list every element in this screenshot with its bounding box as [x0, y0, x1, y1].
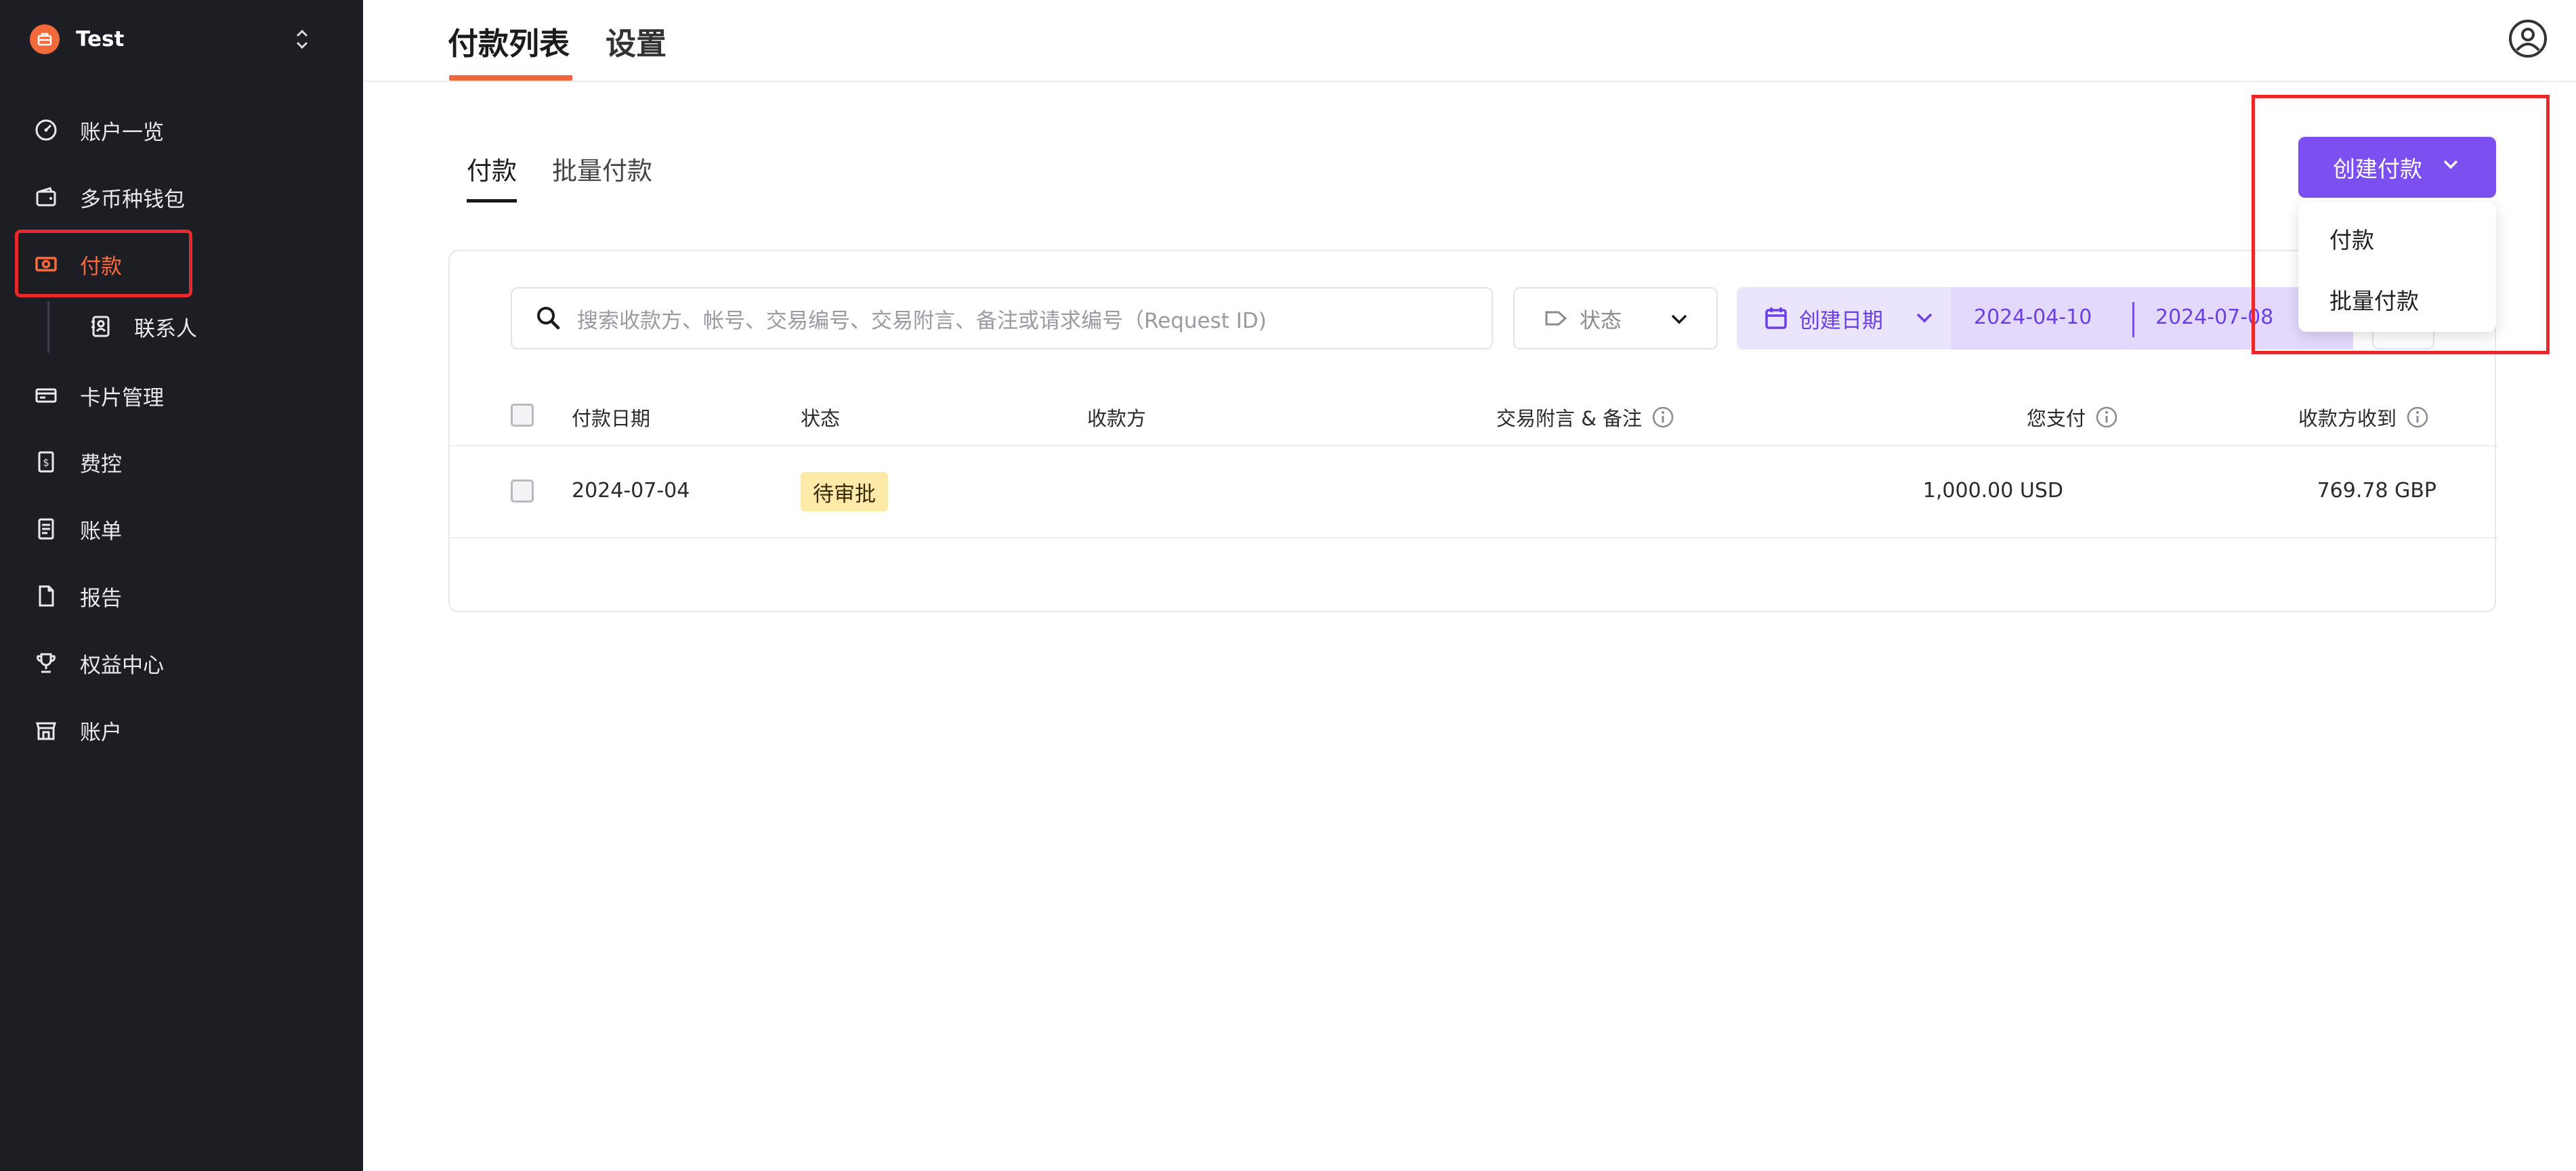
- column-header-label: 收款方: [1087, 407, 1147, 430]
- date-separator: [2132, 302, 2134, 337]
- tab-payment-list[interactable]: 付款列表: [448, 19, 570, 63]
- search-input[interactable]: 搜索收款方、帐号、交易编号、交易附言、备注或请求编号（Request ID): [511, 287, 1493, 349]
- date-from-input[interactable]: 2024-04-10: [1974, 305, 2092, 329]
- workspace-logo-icon: [30, 24, 60, 54]
- workspace-switcher[interactable]: Test: [30, 23, 328, 56]
- sidebar-item-label: 账户一览: [80, 120, 164, 145]
- sidebar-item-benefits[interactable]: 权益中心: [30, 643, 328, 683]
- store-icon: [30, 714, 62, 746]
- dashboard-icon: [30, 114, 62, 146]
- sidebar-item-label: 账单: [80, 519, 122, 544]
- sidebar-item-label: 报告: [80, 586, 122, 611]
- column-header-label: 收款方收到: [2298, 407, 2397, 430]
- sidebar-item-wallet[interactable]: 多币种钱包: [30, 177, 328, 217]
- sidebar-item-label: 费控: [80, 452, 122, 477]
- bill-icon: [30, 513, 62, 545]
- column-header[interactable]: 状态: [801, 403, 840, 431]
- tab-settings[interactable]: 设置: [606, 19, 667, 63]
- sidebar: Test 账户一览 多币种钱包 付款 联系人 卡片管理 $ 费控 账单 报告 权…: [0, 0, 363, 1171]
- search-placeholder: 搜索收款方、帐号、交易编号、交易附言、备注或请求编号（Request ID): [577, 308, 1267, 333]
- column-header-label: 交易附言 & 备注: [1496, 407, 1643, 430]
- workspace-name: Test: [76, 27, 125, 51]
- table-row[interactable]: 2024-07-04 待审批 1,000.00 USD 769.78 GBP: [450, 446, 2497, 538]
- payment-icon: [30, 248, 62, 280]
- user-profile-icon[interactable]: [2507, 18, 2549, 60]
- sidebar-item-payments[interactable]: 付款: [30, 244, 328, 284]
- chevron-updown-icon[interactable]: [289, 26, 316, 53]
- sidebar-item-cards[interactable]: 卡片管理: [30, 375, 328, 416]
- wallet-icon: [30, 181, 62, 213]
- svg-text:$: $: [43, 456, 49, 469]
- column-header-label: 付款日期: [572, 407, 651, 430]
- sidebar-item-label: 权益中心: [80, 653, 164, 678]
- payment-date: 2024-07-04: [572, 479, 690, 503]
- info-icon[interactable]: [2095, 406, 2118, 429]
- sidebar-item-label: 卡片管理: [80, 385, 164, 410]
- select-all-checkbox[interactable]: [511, 404, 534, 427]
- highlight-box: [2252, 95, 2550, 354]
- chevron-down-icon[interactable]: [1913, 306, 1936, 332]
- sidebar-item-reports[interactable]: 报告: [30, 576, 328, 616]
- report-icon: [30, 580, 62, 612]
- card-icon: [30, 379, 62, 412]
- status-filter-select[interactable]: 状态: [1513, 287, 1718, 349]
- subtab-underline: [467, 199, 517, 203]
- info-icon[interactable]: [1651, 406, 1674, 429]
- you-pay-amount: 1,000.00 USD: [1922, 479, 2063, 503]
- active-tab-underline: [449, 75, 572, 81]
- sidebar-item-label: 账户: [80, 720, 122, 745]
- sidebar-item-label: 付款: [80, 254, 122, 279]
- expense-icon: $: [30, 446, 62, 478]
- column-header-label: 您支付: [2027, 407, 2086, 430]
- status-filter-label: 状态: [1580, 308, 1622, 333]
- submenu-divider: [47, 301, 49, 353]
- column-header[interactable]: 收款方收到: [2298, 403, 2429, 431]
- row-checkbox[interactable]: [511, 480, 534, 503]
- sidebar-item-overview[interactable]: 账户一览: [30, 110, 328, 150]
- top-header: 付款列表 设置: [363, 0, 2576, 82]
- contacts-icon: [84, 310, 117, 343]
- payee-receives-amount: 769.78 GBP: [2317, 479, 2436, 503]
- column-header[interactable]: 您支付: [2027, 403, 2118, 431]
- payments-card: 搜索收款方、帐号、交易编号、交易附言、备注或请求编号（Request ID) 状…: [448, 250, 2497, 612]
- sidebar-item-label: 联系人: [134, 316, 197, 341]
- calendar-icon: [1761, 303, 1791, 333]
- trophy-icon: [30, 647, 62, 679]
- tag-icon: [1543, 305, 1569, 331]
- subtab-payments[interactable]: 付款: [467, 150, 517, 187]
- sidebar-item-contacts[interactable]: 联系人: [84, 306, 382, 347]
- table-header: 付款日期 状态 收款方 交易附言 & 备注 您支付 收款方收到: [450, 384, 2497, 446]
- sidebar-item-bills[interactable]: 账单: [30, 509, 328, 549]
- info-icon[interactable]: [2406, 406, 2429, 429]
- sidebar-item-account[interactable]: 账户: [30, 710, 328, 750]
- status-badge: 待审批: [801, 472, 888, 511]
- sidebar-item-label: 多币种钱包: [80, 187, 185, 212]
- column-header-label: 状态: [801, 407, 841, 430]
- column-header[interactable]: 收款方: [1087, 403, 1146, 431]
- sidebar-item-expense[interactable]: $ 费控: [30, 442, 328, 482]
- subtab-batch-payments[interactable]: 批量付款: [552, 150, 652, 187]
- column-header[interactable]: 付款日期: [572, 403, 650, 431]
- date-type-label[interactable]: 创建日期: [1799, 303, 1883, 334]
- column-header[interactable]: 交易附言 & 备注: [1496, 403, 1674, 431]
- chevron-down-icon: [1668, 307, 1691, 333]
- search-icon: [532, 302, 565, 335]
